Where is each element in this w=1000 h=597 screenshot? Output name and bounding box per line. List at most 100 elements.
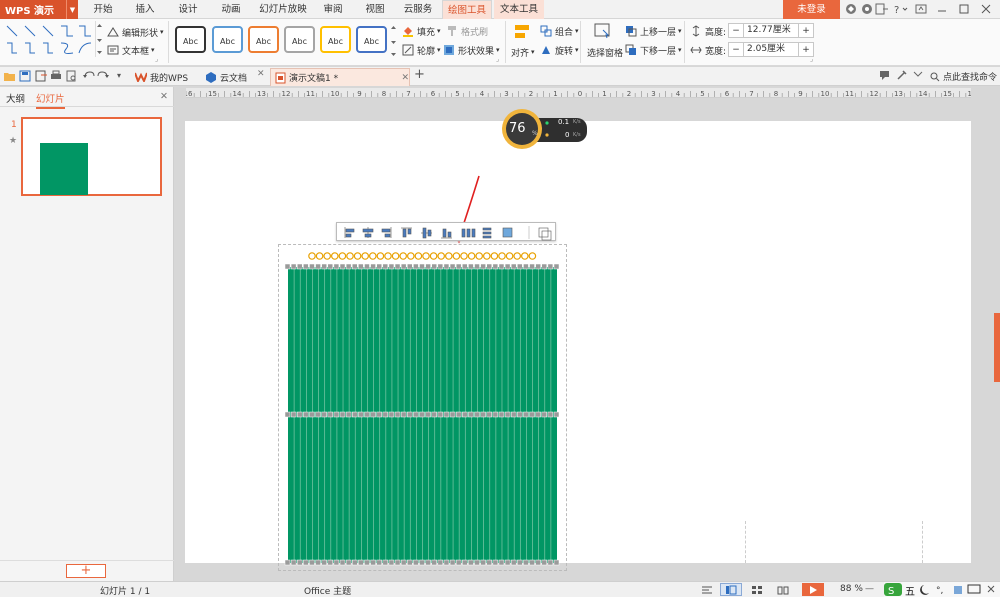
zoom-level[interactable]: 88 % — [840, 584, 863, 594]
close-icon[interactable] — [980, 3, 993, 16]
selection-pane-icon[interactable] — [593, 22, 613, 42]
resize-handle — [290, 559, 297, 566]
tab-home[interactable]: 开始 — [84, 0, 122, 19]
settings-icon[interactable] — [861, 3, 874, 16]
zoom-out-icon[interactable]: — — [865, 584, 874, 594]
restore-ribbon-icon[interactable] — [915, 3, 928, 16]
height-decrease-button[interactable]: − — [729, 26, 743, 36]
width-decrease-button[interactable]: − — [729, 45, 743, 55]
tab-review[interactable]: 审阅 — [314, 0, 352, 19]
doc-tab-my-wps[interactable]: 我的WPS — [131, 68, 188, 86]
width-increase-button[interactable]: + — [799, 45, 813, 55]
help-icon[interactable]: ? — [893, 3, 908, 16]
speed-percent: 76 — [509, 121, 526, 136]
command-search[interactable]: 点此查找命令 — [930, 70, 997, 83]
resize-handle — [504, 411, 511, 418]
normal-view-icon[interactable] — [720, 583, 742, 596]
shape-effect-button[interactable]: 形状效果 ▾ — [443, 42, 500, 58]
outline-button[interactable]: 轮廓 ▾ — [402, 42, 441, 58]
textbox-button[interactable]: 文本框 ▾ — [107, 42, 155, 58]
wps-app-menu-button[interactable]: WPS 演示 ▼ — [0, 0, 78, 19]
send-backward-label: 下移一层 — [640, 46, 677, 57]
notes-icon[interactable] — [696, 583, 718, 596]
shape-style-2[interactable]: Abc — [212, 26, 243, 53]
shape-style-4[interactable]: Abc — [284, 26, 315, 53]
customize-toolbar-icon[interactable]: ▾ — [117, 71, 121, 80]
resize-handle — [339, 559, 346, 566]
ruler-label: 1 — [602, 90, 606, 98]
bring-forward-button[interactable]: 上移一层 ▾ — [625, 23, 682, 39]
chevron-down-icon[interactable]: ▼ — [66, 0, 78, 19]
dialog-launcher-icon[interactable]: ⌟ — [496, 55, 499, 63]
slide-thumbnail[interactable] — [21, 117, 162, 196]
print-preview-icon — [66, 70, 76, 82]
styles-scroll[interactable] — [390, 23, 397, 59]
edit-shape-button[interactable]: 编辑形状 ▾ — [107, 24, 164, 40]
network-speed-widget[interactable]: 76 % 0.1 K/s 0 K/s — [501, 109, 588, 150]
svg-text:S: S — [888, 586, 894, 597]
align-tools-icon[interactable] — [337, 223, 557, 242]
resize-handle — [425, 411, 431, 418]
tab-drawing-tools[interactable]: 绘图工具 — [442, 0, 492, 20]
rotation-handle — [369, 252, 377, 260]
striped-shape[interactable] — [280, 250, 565, 570]
gallery-scroll[interactable] — [95, 21, 102, 57]
slide-number: 1 — [11, 120, 17, 130]
slide-sorter-icon[interactable] — [746, 583, 768, 596]
play-slideshow-icon[interactable] — [802, 583, 824, 596]
skin-icon[interactable] — [845, 3, 858, 16]
shape-style-5[interactable]: Abc — [320, 26, 351, 53]
doc-tab-cloud-docs[interactable]: 云文档 — [201, 68, 247, 86]
selection-pane-button[interactable]: 选择窗格 — [587, 44, 623, 60]
maximize-icon[interactable] — [958, 3, 971, 16]
resize-handle — [523, 411, 529, 418]
width-input[interactable]: 2.05厘米 — [743, 43, 799, 56]
tab-slides[interactable]: 幻灯片 — [36, 91, 65, 109]
collapse-icon[interactable] — [913, 70, 923, 83]
minimize-icon[interactable] — [936, 3, 949, 16]
tab-outline[interactable]: 大纲 — [6, 91, 25, 105]
format-painter-button[interactable]: 格式刷 — [446, 23, 488, 39]
align-icon[interactable] — [513, 22, 533, 42]
width-stepper[interactable]: − 2.05厘米 + — [728, 42, 814, 57]
add-slide-button[interactable]: + — [66, 564, 106, 578]
ime-toolbar[interactable]: S °, 五 — [884, 582, 1000, 597]
shape-style-3[interactable]: Abc — [248, 26, 279, 53]
reading-view-icon[interactable] — [772, 583, 794, 596]
align-button[interactable]: 对齐 ▾ — [511, 44, 535, 60]
feature-icon[interactable] — [897, 70, 907, 83]
rotate-button[interactable]: 旋转 ▾ — [540, 42, 579, 58]
tab-design[interactable]: 设计 — [169, 0, 207, 19]
tab-cloud-service[interactable]: 云服务 — [398, 0, 438, 19]
tab-view[interactable]: 视图 — [356, 0, 394, 19]
height-input[interactable]: 12.77厘米 — [743, 24, 799, 37]
tab-text-tools[interactable]: 文本工具 — [494, 0, 544, 19]
resize-handle — [303, 559, 309, 566]
connector-gallery[interactable] — [4, 23, 94, 59]
ruler-label: 14 — [919, 90, 928, 98]
close-icon[interactable]: ✕ — [401, 73, 409, 83]
tab-animation[interactable]: 动画 — [212, 0, 250, 19]
shape-style-1[interactable]: Abc — [175, 26, 206, 53]
new-tab-button[interactable]: + — [414, 67, 425, 82]
share-icon[interactable] — [875, 3, 888, 16]
login-button[interactable]: 未登录 — [783, 0, 840, 19]
doc-tab-presentation[interactable]: 演示文稿1 * ✕ — [270, 68, 410, 86]
dialog-launcher-icon[interactable]: ⌟ — [810, 55, 813, 63]
shape-style-6[interactable]: Abc — [356, 26, 387, 53]
send-backward-button[interactable]: 下移一层 ▾ — [625, 42, 682, 58]
close-icon[interactable]: ✕ — [160, 91, 168, 102]
close-icon[interactable]: ✕ — [257, 69, 265, 79]
resize-handle — [474, 411, 480, 418]
fill-button[interactable]: 填充 ▾ — [402, 23, 441, 39]
comment-icon[interactable] — [880, 70, 890, 83]
resize-handle — [321, 411, 327, 418]
tab-insert[interactable]: 插入 — [126, 0, 164, 19]
dialog-launcher-icon[interactable]: ⌟ — [155, 55, 158, 63]
svg-text:?: ? — [894, 5, 899, 15]
group-button[interactable]: 组合 ▾ — [540, 23, 579, 39]
side-panel-toggle[interactable] — [994, 313, 1000, 382]
height-stepper[interactable]: − 12.77厘米 + — [728, 23, 814, 38]
tab-slideshow[interactable]: 幻灯片放映 — [255, 0, 311, 19]
height-increase-button[interactable]: + — [799, 26, 813, 36]
